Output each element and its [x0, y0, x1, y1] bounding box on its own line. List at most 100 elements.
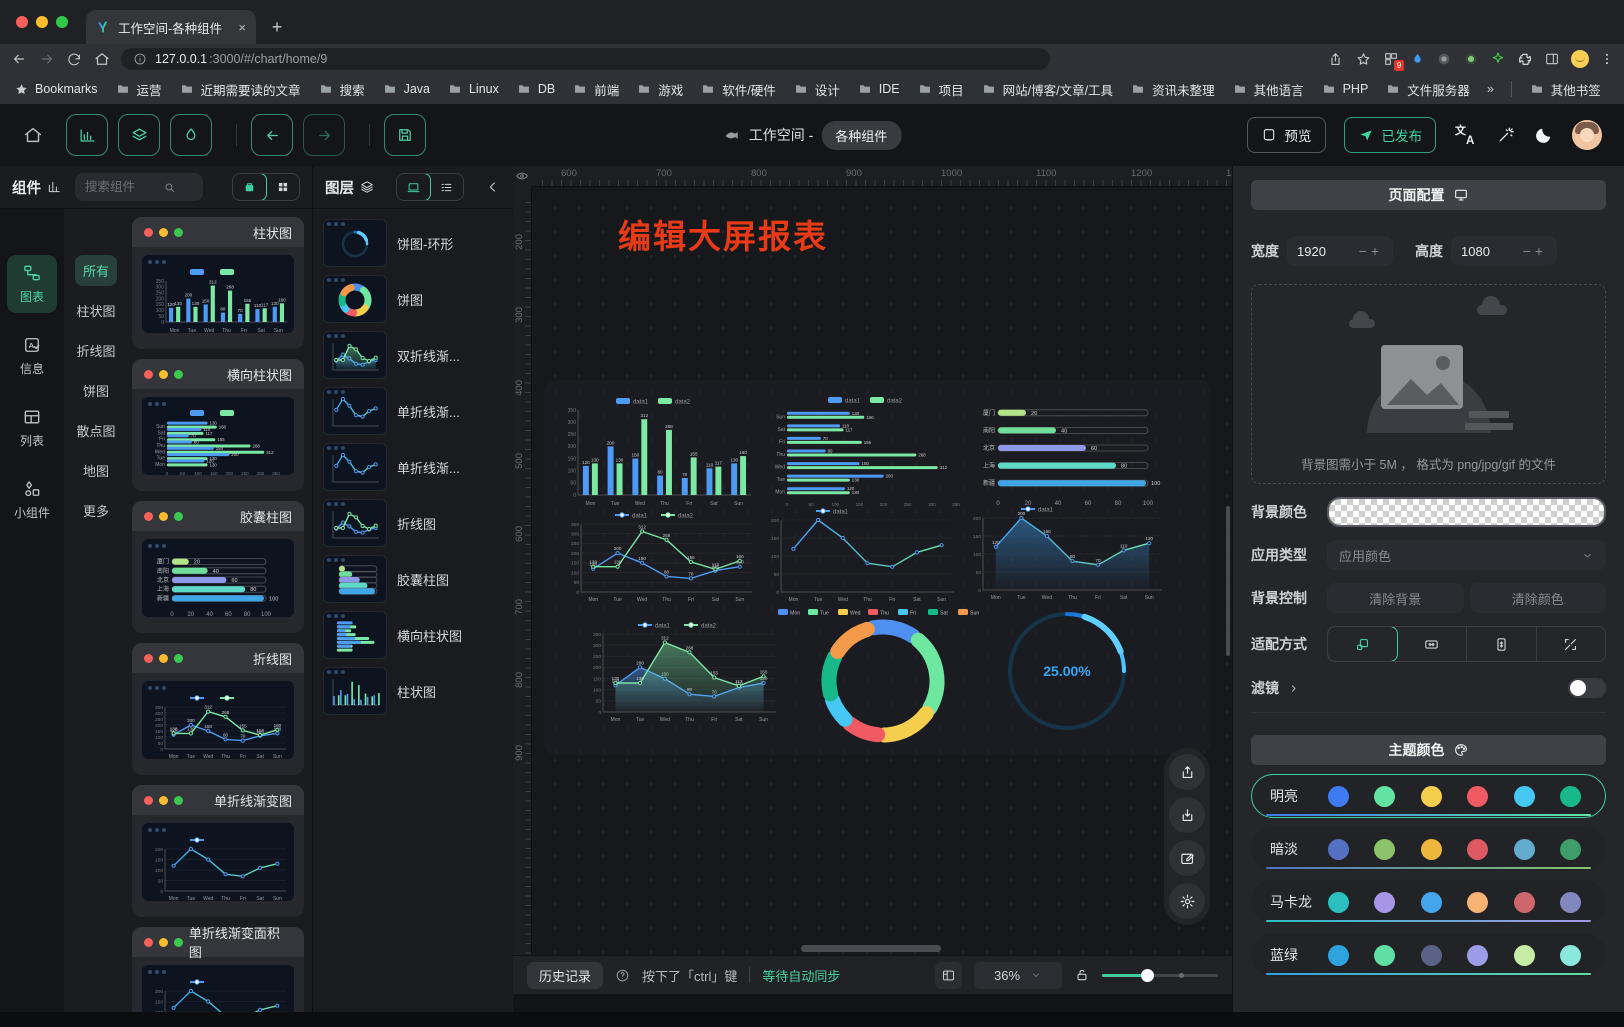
dual-gradient-area-chart-widget[interactable]: data1data2050100150200250300350120200150… — [584, 618, 780, 724]
app-type-select[interactable]: 应用颜色 — [1327, 540, 1606, 570]
theme-color-dot[interactable] — [1514, 839, 1535, 860]
layer-item[interactable]: 双折线渐... — [323, 331, 503, 379]
redo-button[interactable] — [303, 114, 345, 156]
category-item[interactable]: 更多 — [75, 495, 117, 526]
minimap-button[interactable] — [935, 962, 962, 989]
category-item[interactable]: 饼图 — [75, 375, 117, 406]
extension-star-icon[interactable] — [1490, 51, 1506, 67]
ruler-corner-eye-icon[interactable] — [513, 166, 531, 186]
translate-icon[interactable]: 文A — [1454, 123, 1478, 147]
line-chart-widget[interactable]: data1050100150200MonTueWedThuFriSatSun — [762, 504, 958, 604]
theme-row-明亮[interactable]: 明亮 — [1251, 774, 1606, 818]
dashboard-board[interactable]: data1data2050100150200250300350120130Mon… — [544, 380, 1211, 755]
bookmark-item[interactable]: IDE — [857, 82, 900, 96]
layer-item[interactable]: 饼图 — [323, 275, 503, 323]
horizontal-bar-chart-widget[interactable]: data1data2Sun130160Sat110117Fri70155Thu8… — [766, 394, 970, 508]
drop-extension-icon[interactable] — [1410, 52, 1425, 67]
bookmark-item[interactable]: 近期需要读的文章 — [179, 80, 301, 99]
width-stepper[interactable]: 1920−+ — [1287, 236, 1393, 266]
clear-color-button[interactable]: 清除颜色 — [1470, 583, 1607, 613]
settings-gear-button[interactable] — [1169, 883, 1205, 919]
theme-color-dot[interactable] — [1467, 839, 1488, 860]
bookmark-item[interactable]: DB — [516, 82, 555, 96]
theme-color-dot[interactable] — [1467, 786, 1488, 807]
theme-color-dot[interactable] — [1514, 786, 1535, 807]
theme-color-dot[interactable] — [1328, 786, 1349, 807]
bookmark-item[interactable]: 资讯未整理 — [1130, 80, 1215, 99]
sidebar-tab-列表[interactable]: 列表 — [7, 399, 57, 457]
profile-avatar[interactable] — [1571, 50, 1589, 68]
bar-chart-widget[interactable]: data1data2050100150200250300350120130Mon… — [558, 394, 754, 508]
history-button[interactable]: 历史记录 — [527, 962, 603, 989]
theme-row-暗淡[interactable]: 暗淡 — [1251, 827, 1606, 871]
category-item[interactable]: 地图 — [75, 455, 117, 486]
share-icon[interactable] — [1327, 51, 1344, 68]
theme-color-dot[interactable] — [1514, 892, 1535, 913]
undo-button[interactable] — [251, 114, 293, 156]
theme-color-dot[interactable] — [1421, 945, 1442, 966]
height-stepper[interactable]: 1080−+ — [1451, 236, 1557, 266]
minus-icon[interactable]: − — [1523, 243, 1535, 259]
bg-color-swatch[interactable] — [1327, 497, 1606, 527]
bookmark-item[interactable]: 游戏 — [636, 80, 683, 99]
vertical-scrollbar[interactable] — [1226, 506, 1230, 656]
magic-wand-icon[interactable] — [1496, 125, 1516, 145]
theme-color-dot[interactable] — [1328, 945, 1349, 966]
bookmark-item[interactable]: Linux — [447, 82, 499, 96]
url-field[interactable]: 127.0.0.1:3000/#/chart/home/9 — [121, 48, 1050, 70]
component-card[interactable]: 横向柱状图 Sun130160Sat110117Fri70155Thu80268… — [132, 359, 304, 491]
layer-item[interactable]: 横向柱状图 — [323, 611, 503, 659]
bookmark-item[interactable]: 搜索 — [318, 80, 365, 99]
search-input[interactable] — [83, 179, 157, 195]
theme-color-dot[interactable] — [1374, 892, 1395, 913]
gradient-line-chart-widget[interactable]: data10501001502001202001508070110130MonT… — [964, 502, 1166, 602]
export-button[interactable] — [1169, 754, 1205, 790]
slider-thumb[interactable] — [1141, 969, 1154, 982]
bookmarks-overflow-chevron[interactable]: » — [1487, 82, 1494, 96]
theme-color-dot[interactable] — [1467, 892, 1488, 913]
window-controls[interactable] — [0, 0, 86, 44]
theme-color-dot[interactable] — [1467, 945, 1488, 966]
fit-width-button[interactable] — [1398, 627, 1468, 661]
sidebar-tab-图表[interactable]: 图表 — [7, 255, 57, 313]
theme-color-dot[interactable] — [1560, 786, 1581, 807]
background-upload-dropzone[interactable]: 背景图需小于 5M ， 格式为 png/jpg/gif 的文件 — [1251, 284, 1606, 484]
reload-icon[interactable] — [66, 51, 83, 68]
theme-color-dot[interactable] — [1421, 839, 1442, 860]
app-home-icon[interactable] — [22, 124, 44, 146]
help-icon[interactable] — [615, 968, 630, 983]
edit-button[interactable] — [1169, 840, 1205, 876]
layer-item[interactable]: 折线图 — [323, 499, 503, 547]
forward-icon[interactable] — [38, 50, 56, 68]
new-tab-button[interactable]: + — [262, 12, 292, 42]
component-card[interactable]: 单折线渐变面积图 050100150200MonTueWedThuFriSatS… — [132, 927, 304, 1012]
theme-color-dot[interactable] — [1328, 892, 1349, 913]
category-item[interactable]: 折线图 — [68, 335, 123, 366]
back-icon[interactable] — [10, 50, 28, 68]
theme-color-dot[interactable] — [1560, 839, 1581, 860]
zoom-slider[interactable] — [1102, 962, 1218, 988]
category-item[interactable]: 所有 — [75, 255, 117, 286]
bookmark-item[interactable]: 运营 — [115, 80, 162, 99]
page-config-header[interactable]: 页面配置 — [1251, 180, 1606, 210]
plus-icon[interactable]: + — [1371, 243, 1383, 259]
component-card[interactable]: 折线图 050100150200250300350120200150807011… — [132, 643, 304, 775]
layer-item[interactable]: 胶囊柱图 — [323, 555, 503, 603]
theme-row-马卡龙[interactable]: 马卡龙 — [1251, 880, 1606, 924]
fit-height-button[interactable] — [1467, 627, 1537, 661]
save-button[interactable] — [384, 114, 426, 156]
bookmark-star-icon[interactable] — [1355, 51, 1372, 68]
bookmark-item[interactable]: PHP — [1321, 82, 1369, 96]
theme-color-header[interactable]: 主题颜色 — [1251, 735, 1606, 765]
layer-item[interactable]: 单折线渐... — [323, 387, 503, 435]
preview-button[interactable]: 预览 — [1247, 117, 1326, 153]
home-icon[interactable] — [93, 50, 111, 68]
minimize-window-button[interactable] — [36, 16, 48, 28]
workspace-name-pill[interactable]: 各种组件 — [821, 121, 901, 150]
category-item[interactable]: 散点图 — [68, 415, 123, 446]
component-card[interactable]: 胶囊柱图 厦门20南阳40北京60上海80新疆100020406080100 — [132, 501, 304, 633]
extension-icon[interactable]: 9 — [1383, 51, 1399, 67]
theme-color-dot[interactable] — [1421, 786, 1442, 807]
capsule-chart-widget[interactable]: 厦门20南阳40北京60上海80新疆100020406080100 — [972, 396, 1172, 508]
filter-toggle[interactable] — [1568, 678, 1606, 698]
